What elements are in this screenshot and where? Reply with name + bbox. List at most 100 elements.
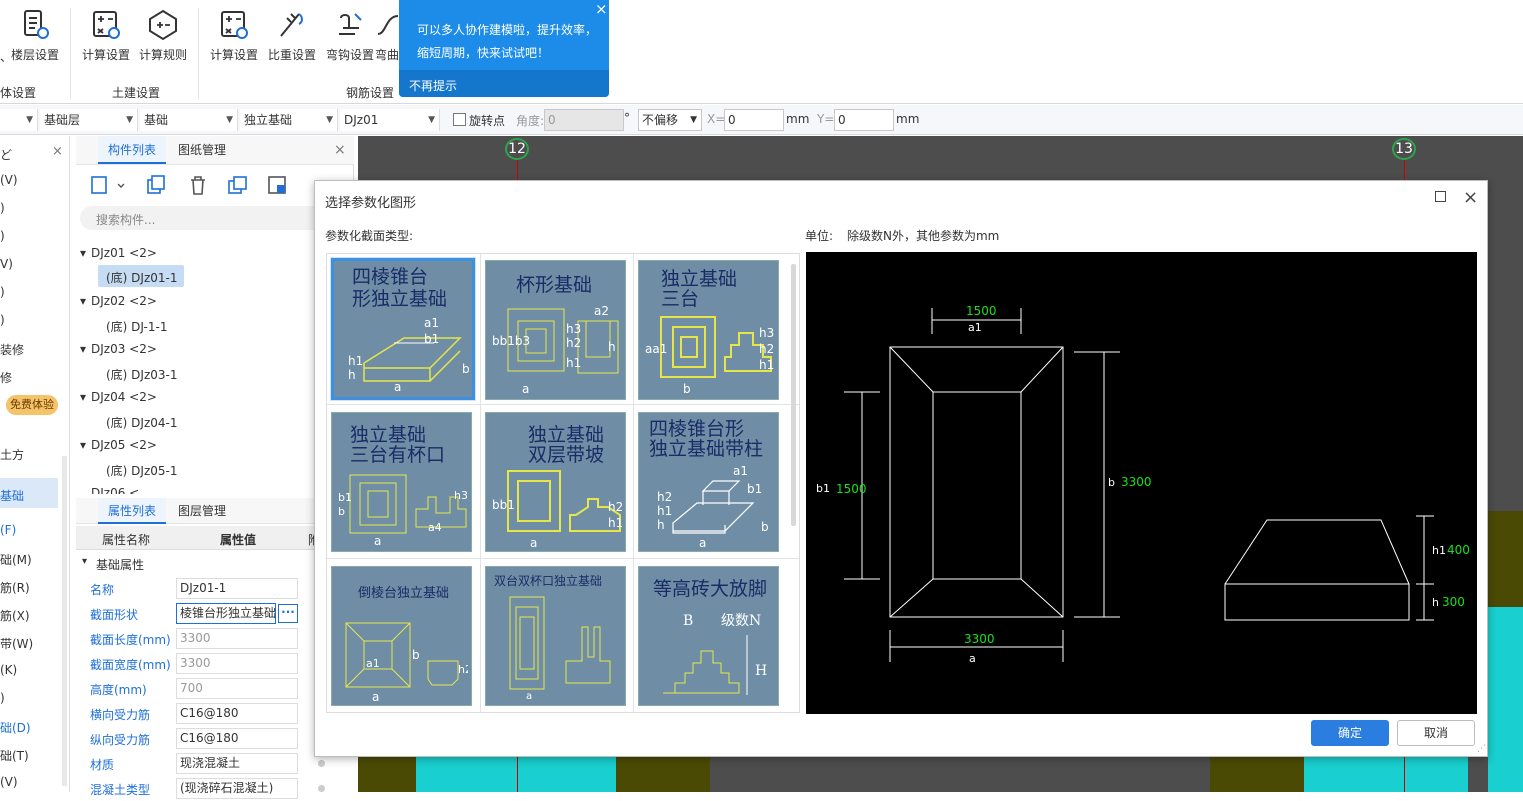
delete-button[interactable] — [186, 174, 210, 199]
tree-leaf[interactable]: (底) DJ-1-1 — [106, 318, 167, 335]
nav-item[interactable]: 修 — [0, 369, 12, 386]
shape-option-three-step-cup-footing[interactable]: 独立基础 三台有杯口 b1 b a h3 a4 — [331, 412, 472, 552]
nav-scrollbar[interactable] — [62, 456, 67, 786]
ellipsis-button[interactable]: ··· — [278, 604, 298, 623]
rebar-calc-settings-button[interactable]: 计算设置 — [203, 6, 265, 68]
property-value[interactable]: 3300 — [176, 628, 298, 649]
free-trial-badge[interactable]: 免费体验 — [6, 395, 58, 415]
nav-item[interactable]: 础(M) — [0, 551, 32, 568]
collapse-icon[interactable]: ▾ — [82, 556, 87, 567]
tree-node[interactable]: DJz02 <2> — [91, 294, 157, 308]
tree-node[interactable]: DJz04 <2> — [91, 390, 157, 404]
tree-node[interactable]: DJz06 < — [91, 486, 139, 494]
import-button[interactable] — [266, 174, 290, 199]
property-name: 截面宽度(mm) — [90, 658, 171, 672]
copy-button[interactable] — [144, 174, 168, 199]
svg-text:a1: a1 — [733, 464, 748, 478]
radio-icon[interactable] — [318, 760, 325, 767]
property-value[interactable]: 现浇混凝土 — [176, 753, 298, 774]
shape-option-brick-footing[interactable]: 等高砖大放脚 B 级数N H — [638, 566, 779, 706]
nav-item[interactable]: 筋(R) — [0, 579, 30, 596]
shape-option-three-step-footing[interactable]: 独立基础 三台 aa1 b h3 h2 h1 — [638, 260, 779, 400]
rebar-weight-settings-button[interactable]: 比重设置 — [261, 6, 323, 68]
x-offset-input[interactable]: 0 — [724, 109, 784, 131]
property-value[interactable]: C16@180 — [176, 728, 298, 749]
close-icon[interactable]: × — [52, 144, 63, 159]
property-value[interactable]: 3300 — [176, 653, 298, 674]
close-icon[interactable]: × — [1463, 187, 1478, 208]
shape-option-pyramid-footing[interactable]: 四棱锥台 形独立基础 h1 h a b a1 b1 — [331, 258, 475, 400]
nav-item[interactable]: ) — [0, 313, 5, 327]
property-value[interactable]: DJz01-1 — [176, 578, 298, 599]
tree-expand-icon[interactable]: ▾ — [80, 246, 86, 260]
nav-item[interactable]: 筋(X) — [0, 607, 30, 624]
maximize-icon[interactable] — [1435, 191, 1446, 202]
tab-drawing-management[interactable]: 图纸管理 — [168, 136, 236, 164]
nav-item[interactable]: (V) — [0, 775, 18, 789]
nav-item[interactable]: ) — [0, 691, 5, 705]
nav-item[interactable]: ど — [0, 146, 12, 163]
nav-item[interactable]: ) — [0, 285, 5, 299]
component-select[interactable]: DJz01 ▼ — [340, 109, 440, 131]
floor-select[interactable]: ▼ — [0, 109, 38, 131]
nav-item[interactable]: 装修 — [0, 341, 24, 358]
property-value[interactable]: (现浇碎石混凝土) — [176, 778, 298, 799]
nav-item[interactable]: 土方 — [0, 446, 24, 463]
rotate-point-checkbox[interactable] — [453, 113, 466, 126]
nav-item[interactable]: V) — [0, 257, 13, 271]
tree-expand-icon[interactable]: ▾ — [80, 390, 86, 404]
resize-grip-icon[interactable]: ⋰ — [1477, 744, 1486, 754]
copy-to-floor-button[interactable] — [226, 174, 250, 199]
nav-item[interactable]: 础(T) — [0, 747, 29, 764]
ok-button[interactable]: 确定 — [1311, 720, 1389, 746]
tree-node[interactable]: DJz05 <2> — [91, 438, 157, 452]
shape-option-pyramid-footing-with-column[interactable]: 四棱锥台形 独立基础带柱 h2 h1 h a b a1 b1 — [638, 412, 779, 552]
cancel-button[interactable]: 取消 — [1397, 720, 1475, 746]
shape-option-cup-footing[interactable]: 杯形基础 bb1b3 a a2 h3 h2 h1 h — [485, 260, 626, 400]
tab-component-list[interactable]: 构件列表 — [98, 136, 167, 164]
nav-item[interactable]: ) — [0, 201, 5, 215]
civil-calc-settings-button[interactable]: 计算设置 — [75, 6, 137, 68]
nav-item-selected[interactable]: 基础 — [0, 487, 24, 504]
nav-item[interactable]: (F) — [0, 523, 16, 537]
property-value[interactable]: C16@180 — [176, 703, 298, 724]
category-select[interactable]: 基础 ▼ — [140, 109, 238, 131]
tab-properties[interactable]: 属性列表 — [98, 498, 167, 524]
nav-item[interactable]: ) — [0, 229, 5, 243]
property-value[interactable]: 棱锥台形独立基础 — [176, 603, 276, 624]
civil-calc-rules-button[interactable]: 计算规则 — [132, 6, 194, 68]
nav-item[interactable]: 带(W) — [0, 635, 33, 652]
nav-item[interactable]: (K) — [0, 663, 17, 677]
y-offset-input[interactable]: 0 — [834, 109, 894, 131]
tree-expand-icon[interactable]: ▾ — [80, 342, 86, 356]
tree-expand-icon[interactable]: ▾ — [80, 438, 86, 452]
ribbon-separator — [70, 8, 71, 98]
shape-option-double-cup-footing[interactable]: 双台双杯口独立基础 a — [485, 566, 626, 706]
offset-select[interactable]: 不偏移 ▼ — [638, 109, 702, 131]
nav-item[interactable]: 础(D) — [0, 719, 31, 736]
tree-node[interactable]: DJz01 <2> — [91, 246, 157, 260]
floor-settings-button[interactable]: 楼层设置 — [4, 6, 66, 68]
shape-option-double-layer-sloped-footing[interactable]: 独立基础 双层带坡 bb1 a h2 h1 — [485, 412, 626, 552]
tree-leaf[interactable]: (底) DJz03-1 — [106, 366, 178, 383]
tree-leaf[interactable]: (底) DJz05-1 — [106, 462, 178, 479]
search-input[interactable]: 搜索构件... — [80, 206, 330, 230]
close-icon[interactable]: × — [334, 142, 346, 158]
rebar-bend-settings-button[interactable]: 弯曲 — [372, 6, 402, 68]
tooltip-dismiss-link[interactable]: 不再提示 — [409, 77, 457, 94]
angle-input[interactable]: 0 — [544, 109, 624, 131]
tree-expand-icon[interactable]: ▾ — [80, 294, 86, 308]
layer-select[interactable]: 基础层 ▼ — [40, 109, 138, 131]
shape-option-inverted-pyramid-footing[interactable]: 倒棱台独立基础 a1 a b h2 — [331, 566, 472, 706]
new-component-button[interactable] — [90, 174, 126, 196]
tooltip-close-button[interactable]: × — [595, 0, 608, 18]
tree-node[interactable]: DJz03 <2> — [91, 342, 157, 356]
gallery-scrollbar[interactable] — [791, 264, 796, 526]
tree-leaf-selected[interactable]: (底) DJz01-1 — [106, 269, 178, 286]
nav-item[interactable]: (V) — [0, 173, 18, 187]
type-select[interactable]: 独立基础 ▼ — [240, 109, 338, 131]
property-value[interactable]: 700 — [176, 678, 298, 699]
radio-icon[interactable] — [318, 785, 325, 792]
tree-leaf[interactable]: (底) DJz04-1 — [106, 414, 178, 431]
tab-layer-management[interactable]: 图层管理 — [168, 498, 236, 524]
